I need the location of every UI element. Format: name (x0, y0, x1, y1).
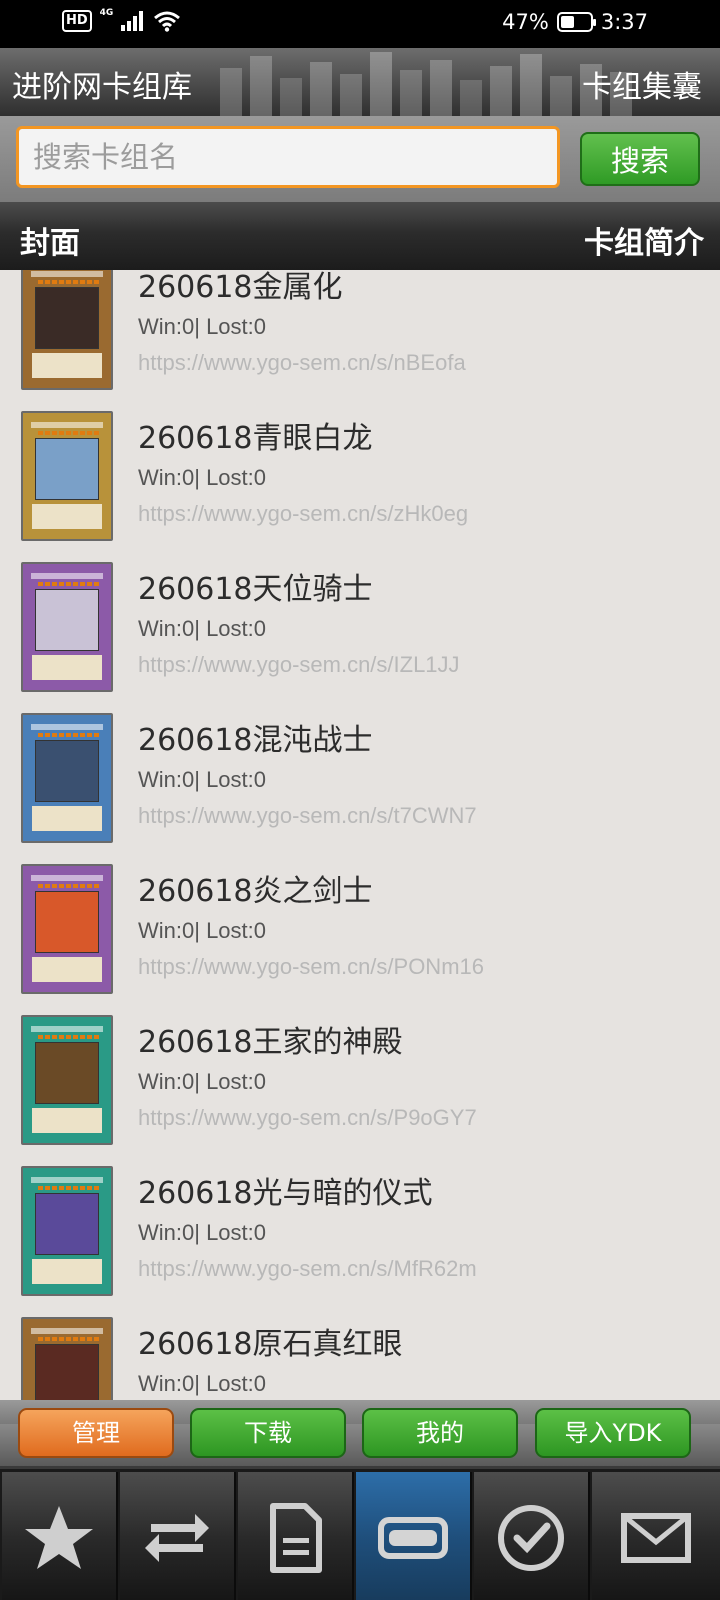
mail-icon (621, 1512, 691, 1563)
deck-collection-button[interactable]: 卡组集囊 (582, 62, 702, 106)
title-bar: 进阶网卡组库 卡组集囊 (0, 48, 720, 116)
status-right: 47% 3:37 (502, 10, 648, 34)
search-button[interactable]: 搜索 (580, 132, 700, 186)
signal-icon (121, 11, 144, 31)
import-ydk-button[interactable]: 导入YDK (535, 1408, 691, 1458)
search-bar: 搜索 (0, 116, 720, 202)
deck-list-item[interactable]: 260618光与暗的仪式 Win:0| Lost:0 https://www.ygo… (0, 1038, 720, 1296)
app-title: 进阶网卡组库 (12, 70, 192, 105)
search-input[interactable] (16, 126, 560, 188)
download-button[interactable]: 下载 (190, 1408, 346, 1458)
card-icon (378, 1516, 448, 1559)
bottom-tab-bar (0, 1466, 720, 1600)
mine-button[interactable]: 我的 (362, 1408, 518, 1458)
action-bar: 管理 下载 我的 导入YDK (0, 1400, 720, 1466)
wifi-icon (154, 11, 181, 32)
manage-button[interactable]: 管理 (18, 1408, 174, 1458)
tab-decks[interactable] (356, 1472, 472, 1600)
tab-sync[interactable] (120, 1472, 236, 1600)
deck-name: 260618原石真红眼 (138, 1327, 403, 1362)
deck-list-content: 260618金属化 Win:0| Lost:0 https://www.ygo-se… (0, 270, 720, 1424)
list-column-header: 封面 卡组简介 (0, 202, 720, 270)
deck-list-item[interactable]: 260618原石真红眼Win:0| Lost:0https://www.ygo-… (0, 1189, 720, 1424)
status-bar: HD 4G 47% 3:37 (0, 0, 720, 48)
battery-level (560, 16, 575, 28)
sync-icon (145, 1513, 209, 1562)
hd-badge: HD (62, 10, 92, 32)
deck-record: Win:0| Lost:0 (138, 1371, 266, 1396)
deck-list-item[interactable]: 260618混沌战士 Win:0| Lost:0 https://www.ygo-s… (0, 585, 720, 843)
column-description: 卡组简介 (584, 226, 704, 261)
network-type: 4G (99, 8, 114, 18)
tab-favorites[interactable] (2, 1472, 118, 1600)
tab-documents[interactable] (238, 1472, 354, 1600)
deck-list-item[interactable]: 260618炎之剑士 Win:0| Lost:0 https://www.ygo-s… (0, 736, 720, 994)
deck-list-item[interactable]: 260618青眼白龙 Win:0| Lost:0 https://www.ygo-s… (0, 283, 720, 541)
clock: 3:37 (600, 10, 648, 34)
tab-check[interactable] (474, 1472, 590, 1600)
battery-percent: 47% (502, 10, 549, 34)
deck-list-item[interactable]: 260618天位骑士 Win:0| Lost:0 https://www.ygo-s… (0, 434, 720, 692)
deck-list-item[interactable]: 260618金属化 Win:0| Lost:0 https://www.ygo-se… (0, 270, 720, 390)
document-icon (270, 1502, 322, 1573)
tab-mail[interactable] (592, 1472, 720, 1600)
star-icon (25, 1505, 93, 1569)
battery-icon (556, 12, 596, 32)
check-circle-icon (498, 1504, 564, 1571)
status-left: HD 4G (62, 8, 181, 32)
deck-list-item[interactable]: 260618王家的神殿 Win:0| Lost:0 https://www.ygo-… (0, 887, 720, 1145)
deck-list[interactable]: 260618金属化 Win:0| Lost:0 https://www.ygo-se… (0, 270, 720, 1424)
column-cover: 封面 (20, 226, 80, 261)
